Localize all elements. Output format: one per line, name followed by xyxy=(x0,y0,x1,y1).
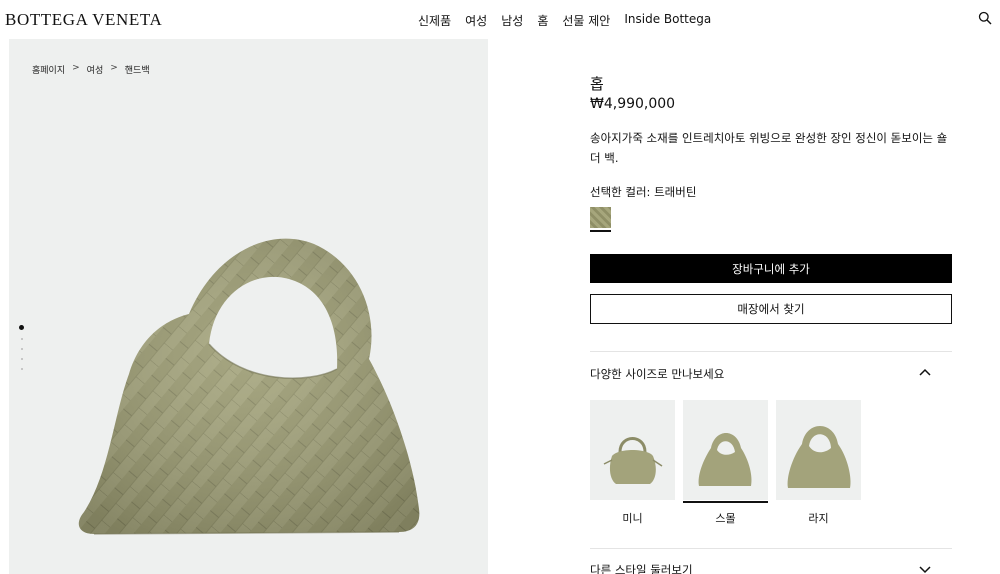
product-gallery[interactable]: 홈페이지 > 여성 > 핸드백 xyxy=(9,39,488,574)
gallery-dot[interactable] xyxy=(20,368,23,370)
breadcrumb-home[interactable]: 홈페이지 xyxy=(32,63,65,76)
product-price: ₩4,990,000 xyxy=(590,96,676,112)
add-to-cart-button[interactable]: 장바구니에 추가 xyxy=(590,254,952,283)
site-header: BOTTEGA VENETA 신제품 여성 남성 홈 선물 제안 Inside … xyxy=(0,0,1000,38)
search-icon[interactable] xyxy=(978,11,992,25)
main-nav: 신제품 여성 남성 홈 선물 제안 Inside Bottega xyxy=(418,12,725,29)
nav-item-men[interactable]: 남성 xyxy=(501,12,523,29)
selected-color-label: 선택한 컬러: 트래버틴 xyxy=(590,185,697,199)
breadcrumb-women[interactable]: 여성 xyxy=(87,63,104,76)
styles-section-title[interactable]: 다른 스타일 둘러보기 xyxy=(590,562,693,574)
product-description: 송아지가죽 소재를 인트레치아토 위빙으로 완성한 장인 정신이 돋보이는 숄더… xyxy=(590,131,948,165)
size-option-large[interactable]: 라지 xyxy=(776,400,861,526)
size-thumbnail-small xyxy=(683,400,768,500)
breadcrumb-handbags[interactable]: 핸드백 xyxy=(125,63,150,76)
breadcrumb-separator: > xyxy=(110,63,118,73)
divider xyxy=(590,351,952,352)
product-image-hop-bag xyxy=(78,238,420,535)
size-label: 스몰 xyxy=(715,512,736,525)
breadcrumb-separator: > xyxy=(72,63,80,73)
color-swatch-travertine[interactable] xyxy=(590,207,611,228)
breadcrumb: 홈페이지 > 여성 > 핸드백 xyxy=(32,63,150,76)
gallery-dot[interactable] xyxy=(20,338,23,340)
size-thumbnail-mini xyxy=(590,400,675,500)
find-in-store-button[interactable]: 매장에서 찾기 xyxy=(590,294,952,324)
size-label: 라지 xyxy=(808,512,829,525)
sizes-section-title[interactable]: 다양한 사이즈로 만나보세요 xyxy=(590,366,724,382)
nav-item-new[interactable]: 신제품 xyxy=(418,12,451,29)
nav-item-home[interactable]: 홈 xyxy=(537,12,548,29)
nav-item-inside-bottega[interactable]: Inside Bottega xyxy=(624,12,711,29)
chevron-up-icon[interactable] xyxy=(918,367,932,377)
size-options: 미니 스몰 라지 xyxy=(590,400,861,526)
divider xyxy=(590,548,952,549)
nav-item-gifts[interactable]: 선물 제안 xyxy=(562,12,610,29)
size-thumbnail-large xyxy=(776,400,861,500)
product-name: 홉 xyxy=(590,75,604,93)
size-option-mini[interactable]: 미니 xyxy=(590,400,675,526)
swatch-selected-indicator xyxy=(590,230,611,232)
gallery-dot[interactable] xyxy=(20,358,23,360)
nav-item-women[interactable]: 여성 xyxy=(465,12,487,29)
chevron-down-icon[interactable] xyxy=(918,565,932,574)
gallery-pagination xyxy=(19,325,24,370)
brand-logo[interactable]: BOTTEGA VENETA xyxy=(5,10,162,30)
gallery-dot[interactable] xyxy=(20,348,23,350)
size-selected-indicator xyxy=(683,501,768,503)
gallery-dot[interactable] xyxy=(19,325,24,330)
size-option-small[interactable]: 스몰 xyxy=(683,400,768,526)
size-label: 미니 xyxy=(622,512,643,525)
